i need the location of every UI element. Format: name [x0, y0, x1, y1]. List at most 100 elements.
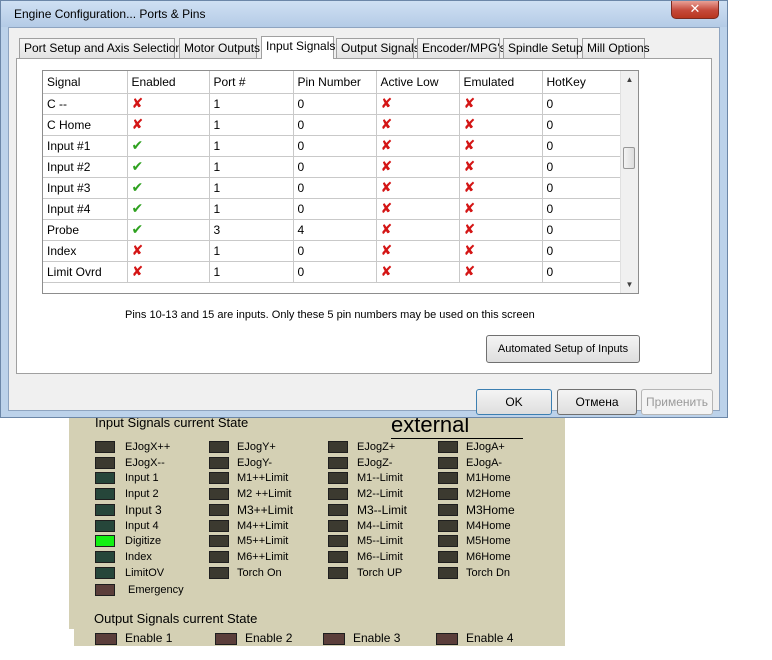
table-cell-hotkey[interactable]: 0: [542, 261, 624, 283]
table-row[interactable]: Probe ✔ 3 4 ✘ ✘ 0: [43, 219, 624, 241]
table-cell-pin[interactable]: 0: [293, 114, 377, 136]
ok-button[interactable]: OK: [476, 389, 552, 415]
red-x-icon[interactable]: ✘: [381, 263, 393, 279]
table-cell-pin[interactable]: 0: [293, 240, 377, 262]
scroll-up-arrow-icon[interactable]: ▲: [621, 71, 638, 88]
table-cell-enabled[interactable]: ✘: [127, 114, 210, 136]
table-row[interactable]: C -- ✘ 1 0 ✘ ✘ 0: [43, 93, 624, 115]
table-cell-hotkey[interactable]: 0: [542, 177, 624, 199]
table-cell-emulated[interactable]: ✘: [459, 135, 543, 157]
table-cell-signal[interactable]: Input #3: [43, 177, 128, 199]
table-row[interactable]: Limit Ovrd ✘ 1 0 ✘ ✘ 0: [43, 261, 624, 283]
red-x-icon[interactable]: ✘: [381, 179, 393, 195]
table-cell-signal[interactable]: C --: [43, 93, 128, 115]
table-cell-hotkey[interactable]: 0: [542, 240, 624, 262]
table-cell-signal[interactable]: Input #4: [43, 198, 128, 220]
tab-spindle-setup[interactable]: Spindle Setup: [503, 38, 583, 58]
table-cell-pin[interactable]: 0: [293, 198, 377, 220]
table-cell-enabled[interactable]: ✔: [127, 219, 210, 241]
red-x-icon[interactable]: ✘: [381, 200, 393, 216]
table-cell-active-low[interactable]: ✘: [376, 135, 460, 157]
red-x-icon[interactable]: ✘: [381, 242, 393, 258]
title-bar[interactable]: Engine Configuration... Ports & Pins: [1, 1, 727, 27]
table-cell-port[interactable]: 1: [209, 198, 294, 220]
table-cell-hotkey[interactable]: 0: [542, 93, 624, 115]
red-x-icon[interactable]: ✘: [464, 263, 476, 279]
table-cell-signal[interactable]: Probe: [43, 219, 128, 241]
table-cell-active-low[interactable]: ✘: [376, 240, 460, 262]
table-cell-hotkey[interactable]: 0: [542, 219, 624, 241]
red-x-icon[interactable]: ✘: [464, 200, 476, 216]
red-x-icon[interactable]: ✘: [381, 137, 393, 153]
table-cell-signal[interactable]: Input #2: [43, 156, 128, 178]
table-cell-emulated[interactable]: ✘: [459, 93, 543, 115]
table-cell-signal[interactable]: Limit Ovrd: [43, 261, 128, 283]
table-cell-pin[interactable]: 0: [293, 135, 377, 157]
red-x-icon[interactable]: ✘: [381, 116, 393, 132]
red-x-icon[interactable]: ✘: [464, 158, 476, 174]
table-cell-port[interactable]: 1: [209, 93, 294, 115]
red-x-icon[interactable]: ✘: [381, 95, 393, 111]
automated-setup-button[interactable]: Automated Setup of Inputs: [486, 335, 640, 363]
table-row[interactable]: C Home ✘ 1 0 ✘ ✘ 0: [43, 114, 624, 136]
column-header[interactable]: HotKey: [542, 71, 624, 94]
green-check-icon[interactable]: ✔: [132, 137, 144, 153]
column-header[interactable]: Pin Number: [293, 71, 377, 94]
table-cell-active-low[interactable]: ✘: [376, 198, 460, 220]
table-cell-pin[interactable]: 0: [293, 93, 377, 115]
tab-input-signals[interactable]: Input Signals: [261, 36, 335, 59]
column-header[interactable]: Emulated: [459, 71, 543, 94]
table-cell-port[interactable]: 1: [209, 156, 294, 178]
table-cell-active-low[interactable]: ✘: [376, 219, 460, 241]
table-cell-pin[interactable]: 0: [293, 261, 377, 283]
table-cell-emulated[interactable]: ✘: [459, 156, 543, 178]
table-cell-enabled[interactable]: ✘: [127, 93, 210, 115]
table-cell-enabled[interactable]: ✔: [127, 135, 210, 157]
red-x-icon[interactable]: ✘: [464, 116, 476, 132]
table-cell-emulated[interactable]: ✘: [459, 240, 543, 262]
table-cell-emulated[interactable]: ✘: [459, 219, 543, 241]
table-cell-enabled[interactable]: ✔: [127, 177, 210, 199]
red-x-icon[interactable]: ✘: [381, 221, 393, 237]
table-cell-emulated[interactable]: ✘: [459, 261, 543, 283]
red-x-icon[interactable]: ✘: [132, 242, 144, 258]
green-check-icon[interactable]: ✔: [132, 158, 144, 174]
table-row[interactable]: Input #4 ✔ 1 0 ✘ ✘ 0: [43, 198, 624, 220]
tab-output-signals[interactable]: Output Signals: [336, 38, 420, 58]
table-cell-emulated[interactable]: ✘: [459, 198, 543, 220]
table-row[interactable]: Input #1 ✔ 1 0 ✘ ✘ 0: [43, 135, 624, 157]
vertical-scrollbar[interactable]: ▲ ▼: [620, 71, 638, 293]
tab-port-setup[interactable]: Port Setup and Axis Selection: [19, 38, 182, 58]
table-cell-port[interactable]: 1: [209, 177, 294, 199]
red-x-icon[interactable]: ✘: [464, 221, 476, 237]
table-cell-hotkey[interactable]: 0: [542, 156, 624, 178]
table-cell-signal[interactable]: Index: [43, 240, 128, 262]
table-row[interactable]: Input #2 ✔ 1 0 ✘ ✘ 0: [43, 156, 624, 178]
table-cell-enabled[interactable]: ✘: [127, 261, 210, 283]
table-cell-port[interactable]: 1: [209, 261, 294, 283]
table-cell-pin[interactable]: 0: [293, 156, 377, 178]
table-cell-active-low[interactable]: ✘: [376, 261, 460, 283]
table-cell-active-low[interactable]: ✘: [376, 114, 460, 136]
cancel-button[interactable]: Отмена: [557, 389, 637, 415]
table-cell-emulated[interactable]: ✘: [459, 114, 543, 136]
column-header[interactable]: Enabled: [127, 71, 210, 94]
green-check-icon[interactable]: ✔: [132, 200, 144, 216]
table-cell-port[interactable]: 3: [209, 219, 294, 241]
red-x-icon[interactable]: ✘: [464, 95, 476, 111]
table-cell-pin[interactable]: 4: [293, 219, 377, 241]
table-cell-signal[interactable]: C Home: [43, 114, 128, 136]
scroll-thumb[interactable]: [623, 147, 635, 169]
column-header[interactable]: Signal: [43, 71, 128, 94]
tab-motor-outputs[interactable]: Motor Outputs: [179, 38, 260, 58]
column-header[interactable]: Port #: [209, 71, 294, 94]
red-x-icon[interactable]: ✘: [464, 242, 476, 258]
table-cell-hotkey[interactable]: 0: [542, 198, 624, 220]
green-check-icon[interactable]: ✔: [132, 221, 144, 237]
table-cell-active-low[interactable]: ✘: [376, 93, 460, 115]
table-row[interactable]: Index ✘ 1 0 ✘ ✘ 0: [43, 240, 624, 262]
column-header[interactable]: Active Low: [376, 71, 460, 94]
apply-button[interactable]: Применить: [641, 389, 713, 415]
red-x-icon[interactable]: ✘: [464, 179, 476, 195]
table-cell-enabled[interactable]: ✘: [127, 240, 210, 262]
